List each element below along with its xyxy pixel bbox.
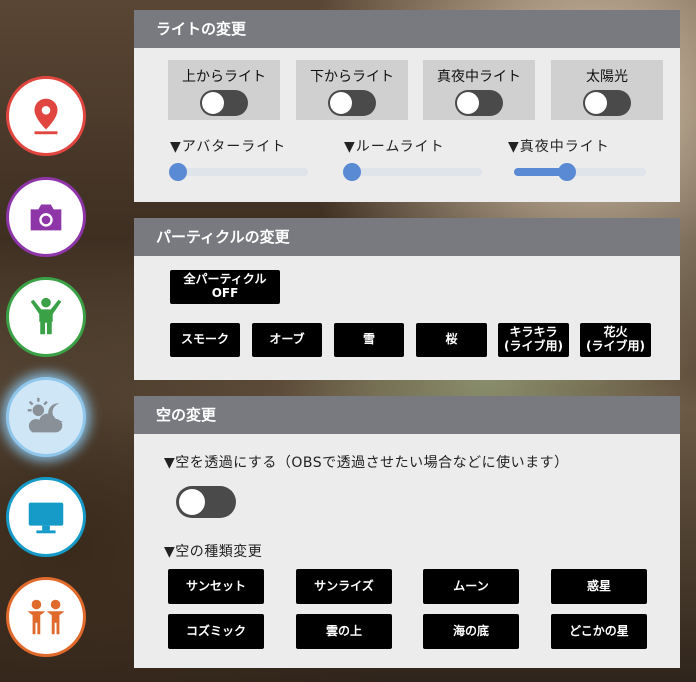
- toggle-label-bottom-light: 下からライト: [310, 69, 394, 85]
- switch-knob: [330, 92, 352, 114]
- particle-smoke-button[interactable]: スモーク: [170, 323, 240, 357]
- all-particles-off-button[interactable]: 全パーティクル OFF: [170, 270, 280, 304]
- screen-button[interactable]: [6, 477, 86, 557]
- sky-cosmic-button[interactable]: コズミック: [168, 614, 264, 649]
- sky-planet-button[interactable]: 惑星: [551, 569, 647, 604]
- sky-moon-button[interactable]: ムーン: [423, 569, 519, 604]
- sky-transparent-switch[interactable]: [176, 486, 236, 518]
- particle-panel-title: パーティクルの変更: [134, 218, 680, 256]
- toggle-card-top-light: 上からライト: [168, 60, 280, 120]
- sky-panel: 空の変更 ▼空を透過にする（OBSで透過させたい場合などに使います） ▼空の種類…: [134, 396, 680, 668]
- camera-button[interactable]: [6, 177, 86, 257]
- bottom-light-switch[interactable]: [328, 90, 376, 116]
- sky-panel-title: 空の変更: [134, 396, 680, 434]
- weather-sky-icon: [27, 397, 64, 433]
- switch-knob: [179, 489, 205, 515]
- slider-thumb[interactable]: [169, 163, 187, 181]
- particle-snow-button[interactable]: 雪: [334, 323, 404, 357]
- sunlight-switch[interactable]: [583, 90, 631, 116]
- monitor-icon: [28, 502, 64, 534]
- sky-transparent-label: ▼空を透過にする（OBSで透過させたい場合などに使います）: [164, 455, 569, 471]
- particle-fireworks-button[interactable]: 花火 (ライブ用): [580, 323, 651, 357]
- avatar-light-label: ▼アバターライト: [170, 139, 287, 155]
- switch-knob: [202, 92, 224, 114]
- toggle-label-sunlight: 太陽光: [586, 69, 628, 85]
- toggle-card-midnight-light: 真夜中ライト: [423, 60, 535, 120]
- particle-panel: パーティクルの変更 全パーティクル OFF スモーク オーブ 雪 桜 キラキラ …: [134, 218, 680, 380]
- sky-sunrise-button[interactable]: サンライズ: [296, 569, 392, 604]
- slider-thumb[interactable]: [343, 163, 361, 181]
- avatar-icon: [30, 297, 62, 335]
- particle-sakura-button[interactable]: 桜: [416, 323, 487, 357]
- toggle-label-top-light: 上からライト: [182, 69, 266, 85]
- toggle-card-sunlight: 太陽光: [551, 60, 663, 120]
- avatar-button[interactable]: [6, 277, 86, 357]
- light-panel: ライトの変更 上からライト 下からライト 真夜中ライト 太陽光 ▼アバターライト…: [134, 10, 680, 202]
- location-button[interactable]: [6, 76, 86, 156]
- slider-thumb[interactable]: [557, 163, 576, 181]
- particle-sparkle-button[interactable]: キラキラ (ライブ用): [498, 323, 569, 357]
- people-button[interactable]: [6, 577, 86, 657]
- toggle-label-midnight-light: 真夜中ライト: [437, 69, 521, 85]
- light-panel-title: ライトの変更: [134, 10, 680, 48]
- sidebar: [0, 0, 130, 682]
- midnight-light-slider[interactable]: [514, 163, 646, 181]
- people-icon: [27, 599, 65, 635]
- sky-button[interactable]: [6, 377, 86, 457]
- room-light-slider[interactable]: [343, 163, 482, 181]
- top-light-switch[interactable]: [200, 90, 248, 116]
- room-light-label: ▼ルームライト: [344, 139, 445, 155]
- camera-icon: [30, 204, 62, 231]
- sky-above-clouds-button[interactable]: 雲の上: [296, 614, 392, 649]
- map-pin-icon: [34, 98, 58, 135]
- sky-somewhere-star-button[interactable]: どこかの星: [551, 614, 647, 649]
- midnight-light-switch[interactable]: [455, 90, 503, 116]
- midnight-slider-label: ▼真夜中ライト: [508, 139, 610, 155]
- switch-knob: [585, 92, 607, 114]
- sky-sunset-button[interactable]: サンセット: [168, 569, 264, 604]
- toggle-card-bottom-light: 下からライト: [296, 60, 408, 120]
- particle-orb-button[interactable]: オーブ: [252, 323, 322, 357]
- sky-sea-floor-button[interactable]: 海の底: [423, 614, 519, 649]
- switch-knob: [457, 92, 479, 114]
- avatar-light-slider[interactable]: [169, 163, 308, 181]
- sky-type-label: ▼空の種類変更: [164, 544, 263, 560]
